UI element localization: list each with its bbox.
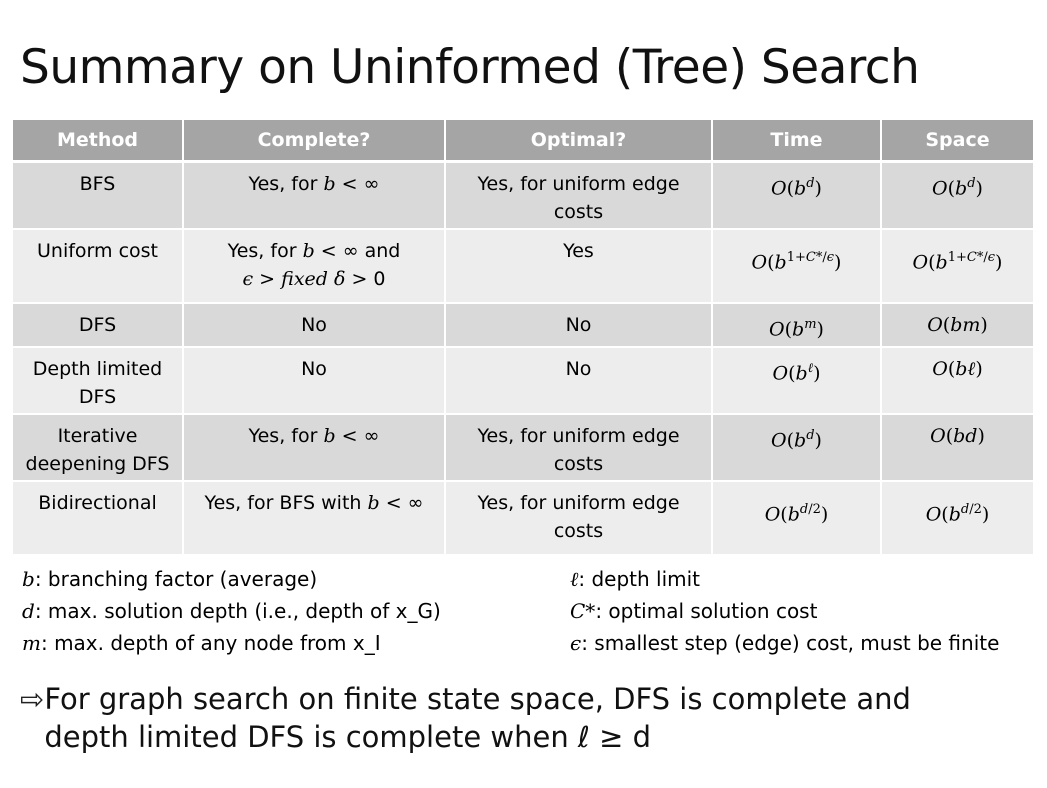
space-cell: O(b1+C*/ϵ)	[881, 229, 1033, 304]
legend-left: b: branching factor (average) d: max. so…	[22, 563, 441, 659]
optimal-cell: Yes, for uniform edge costs	[445, 414, 713, 482]
col-header-complete: Complete?	[183, 120, 446, 163]
legend-item: ϵ: smallest step (edge) cost, must be fi…	[570, 631, 1000, 655]
complete-cell: Yes, for b < ∞ and ϵ > fixed δ > 0	[183, 229, 446, 304]
legend-item: m: max. depth of any node from x_I	[22, 631, 381, 655]
space-cell: O(bd)	[881, 414, 1033, 482]
optimal-cell: Yes	[445, 229, 713, 304]
complete-cell: No	[183, 303, 446, 348]
complete-cell: Yes, for b < ∞	[183, 414, 446, 482]
complete-cell: No	[183, 347, 446, 415]
legend-right: ℓ: depth limit C*: optimal solution cost…	[570, 563, 999, 659]
table-row: Iterative deepening DFS Yes, for b < ∞ Y…	[13, 414, 1033, 482]
legend-item: b: branching factor (average)	[22, 567, 318, 591]
col-header-time: Time	[712, 120, 882, 163]
note-text: For graph search on finite state space, …	[44, 682, 911, 754]
space-cell: O(bm)	[881, 303, 1033, 348]
table-row: Uniform cost Yes, for b < ∞ and ϵ > fixed…	[13, 229, 1033, 304]
time-cell: O(bd)	[712, 414, 882, 482]
table-row: DFS No No O(bm) O(bm)	[13, 303, 1033, 348]
col-header-optimal: Optimal?	[445, 120, 713, 163]
method-cell: DFS	[13, 303, 184, 348]
optimal-cell: Yes, for uniform edge costs	[445, 481, 713, 556]
search-summary-table: Method Complete? Optimal? Time Space BFS…	[13, 120, 1033, 556]
method-cell: Iterative deepening DFS	[13, 414, 184, 482]
optimal-cell: Yes, for uniform edge costs	[445, 161, 713, 230]
time-cell: O(bℓ)	[712, 347, 882, 415]
col-header-method: Method	[13, 120, 184, 163]
method-cell: Uniform cost	[13, 229, 184, 304]
method-cell: Bidirectional	[13, 481, 184, 556]
table-row: Bidirectional Yes, for BFS with b < ∞ Ye…	[13, 481, 1033, 556]
method-cell: Depth limited DFS	[13, 347, 184, 415]
conclusion-note: ⇨For graph search on finite state space,…	[20, 680, 994, 756]
complete-cell: Yes, for b < ∞	[183, 161, 446, 230]
space-cell: O(bℓ)	[881, 347, 1033, 415]
slide-title: Summary on Uninformed (Tree) Search	[20, 40, 920, 95]
table-row: BFS Yes, for b < ∞ Yes, for uniform edge…	[13, 161, 1033, 230]
method-cell: BFS	[13, 161, 184, 230]
time-cell: O(bm)	[712, 303, 882, 348]
legend-item: C*: optimal solution cost	[570, 599, 818, 623]
space-cell: O(bd/2)	[881, 481, 1033, 556]
time-cell: O(bd/2)	[712, 481, 882, 556]
col-header-space: Space	[881, 120, 1033, 163]
complete-cell: Yes, for BFS with b < ∞	[183, 481, 446, 556]
table-row: Depth limited DFS No No O(bℓ) O(bℓ)	[13, 347, 1033, 415]
space-cell: O(bd)	[881, 161, 1033, 230]
arrow-right-icon: ⇨	[20, 682, 45, 716]
optimal-cell: No	[445, 303, 713, 348]
optimal-cell: No	[445, 347, 713, 415]
legend-item: d: max. solution depth (i.e., depth of x…	[22, 599, 441, 623]
time-cell: O(bd)	[712, 161, 882, 230]
time-cell: O(b1+C*/ϵ)	[712, 229, 882, 304]
table-header-row: Method Complete? Optimal? Time Space	[13, 120, 1033, 163]
legend-item: ℓ: depth limit	[570, 567, 701, 591]
